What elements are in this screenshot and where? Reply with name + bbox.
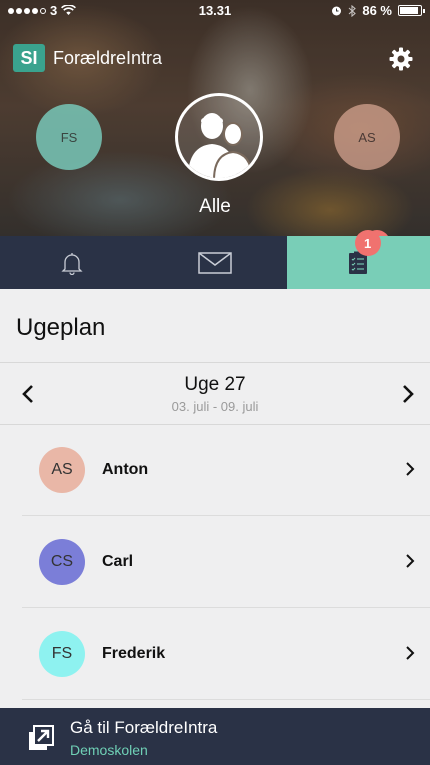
brand-name: ForældreIntra bbox=[53, 48, 162, 69]
child-avatar: FS bbox=[39, 631, 85, 677]
battery-icon bbox=[398, 5, 425, 16]
selected-profile-label: Alle bbox=[199, 196, 231, 217]
settings-button[interactable] bbox=[388, 46, 414, 72]
chevron-right-icon bbox=[403, 385, 414, 403]
footer-title: Gå til ForældreIntra bbox=[70, 718, 218, 737]
week-title: Uge 27 bbox=[184, 374, 246, 395]
profile-avatar-right[interactable]: AS bbox=[334, 104, 400, 170]
go-to-foraeldreintra-button[interactable]: Gå til ForældreIntra Demoskolen bbox=[0, 708, 430, 765]
chevron-right-icon bbox=[406, 554, 415, 568]
battery-percent: 86 % bbox=[362, 3, 392, 18]
footer-subtitle: Demoskolen bbox=[70, 742, 148, 758]
week-range: 03. juli - 09. juli bbox=[171, 399, 259, 414]
chevron-right-icon bbox=[406, 646, 415, 660]
brand-logo: SI bbox=[13, 44, 45, 72]
bluetooth-icon bbox=[348, 4, 357, 17]
weekplan-badge: 1 bbox=[354, 230, 381, 256]
child-row-frederik[interactable]: FS Frederik bbox=[22, 608, 430, 700]
envelope-icon bbox=[198, 251, 232, 274]
child-name: Carl bbox=[102, 553, 134, 570]
alarm-icon bbox=[332, 6, 342, 16]
tab-weekplan[interactable]: 1 bbox=[286, 230, 430, 289]
child-avatar: CS bbox=[39, 539, 85, 585]
child-row-carl[interactable]: CS Carl bbox=[22, 516, 430, 608]
child-name: Frederik bbox=[102, 645, 166, 662]
brand-name-bold: Forældre bbox=[53, 47, 127, 68]
chevron-right-icon bbox=[406, 462, 415, 476]
brand-name-light: Intra bbox=[126, 47, 163, 68]
profile-avatar-left[interactable]: FS bbox=[36, 104, 102, 170]
external-link-icon bbox=[29, 725, 54, 750]
child-row-anton[interactable]: AS Anton bbox=[22, 424, 430, 516]
brand: SI ForældreIntra bbox=[13, 44, 162, 72]
group-icon bbox=[188, 113, 254, 178]
status-bar: 3 13.31 86 % bbox=[0, 0, 430, 20]
tab-notifications[interactable] bbox=[0, 236, 144, 289]
tab-bar: 1 1 bbox=[0, 230, 430, 289]
child-avatar: AS bbox=[39, 447, 85, 493]
profile-avatar-all[interactable] bbox=[175, 93, 263, 181]
divider bbox=[0, 362, 430, 363]
week-navigation: Uge 27 03. juli - 09. juli bbox=[0, 364, 430, 424]
page-title: Ugeplan bbox=[16, 314, 106, 341]
gear-icon bbox=[389, 47, 413, 71]
tab-messages[interactable]: 1 bbox=[143, 230, 391, 289]
bell-icon bbox=[61, 252, 83, 275]
status-right: 86 % bbox=[331, 3, 425, 18]
child-name: Anton bbox=[102, 461, 149, 478]
next-week-button[interactable] bbox=[396, 380, 420, 408]
